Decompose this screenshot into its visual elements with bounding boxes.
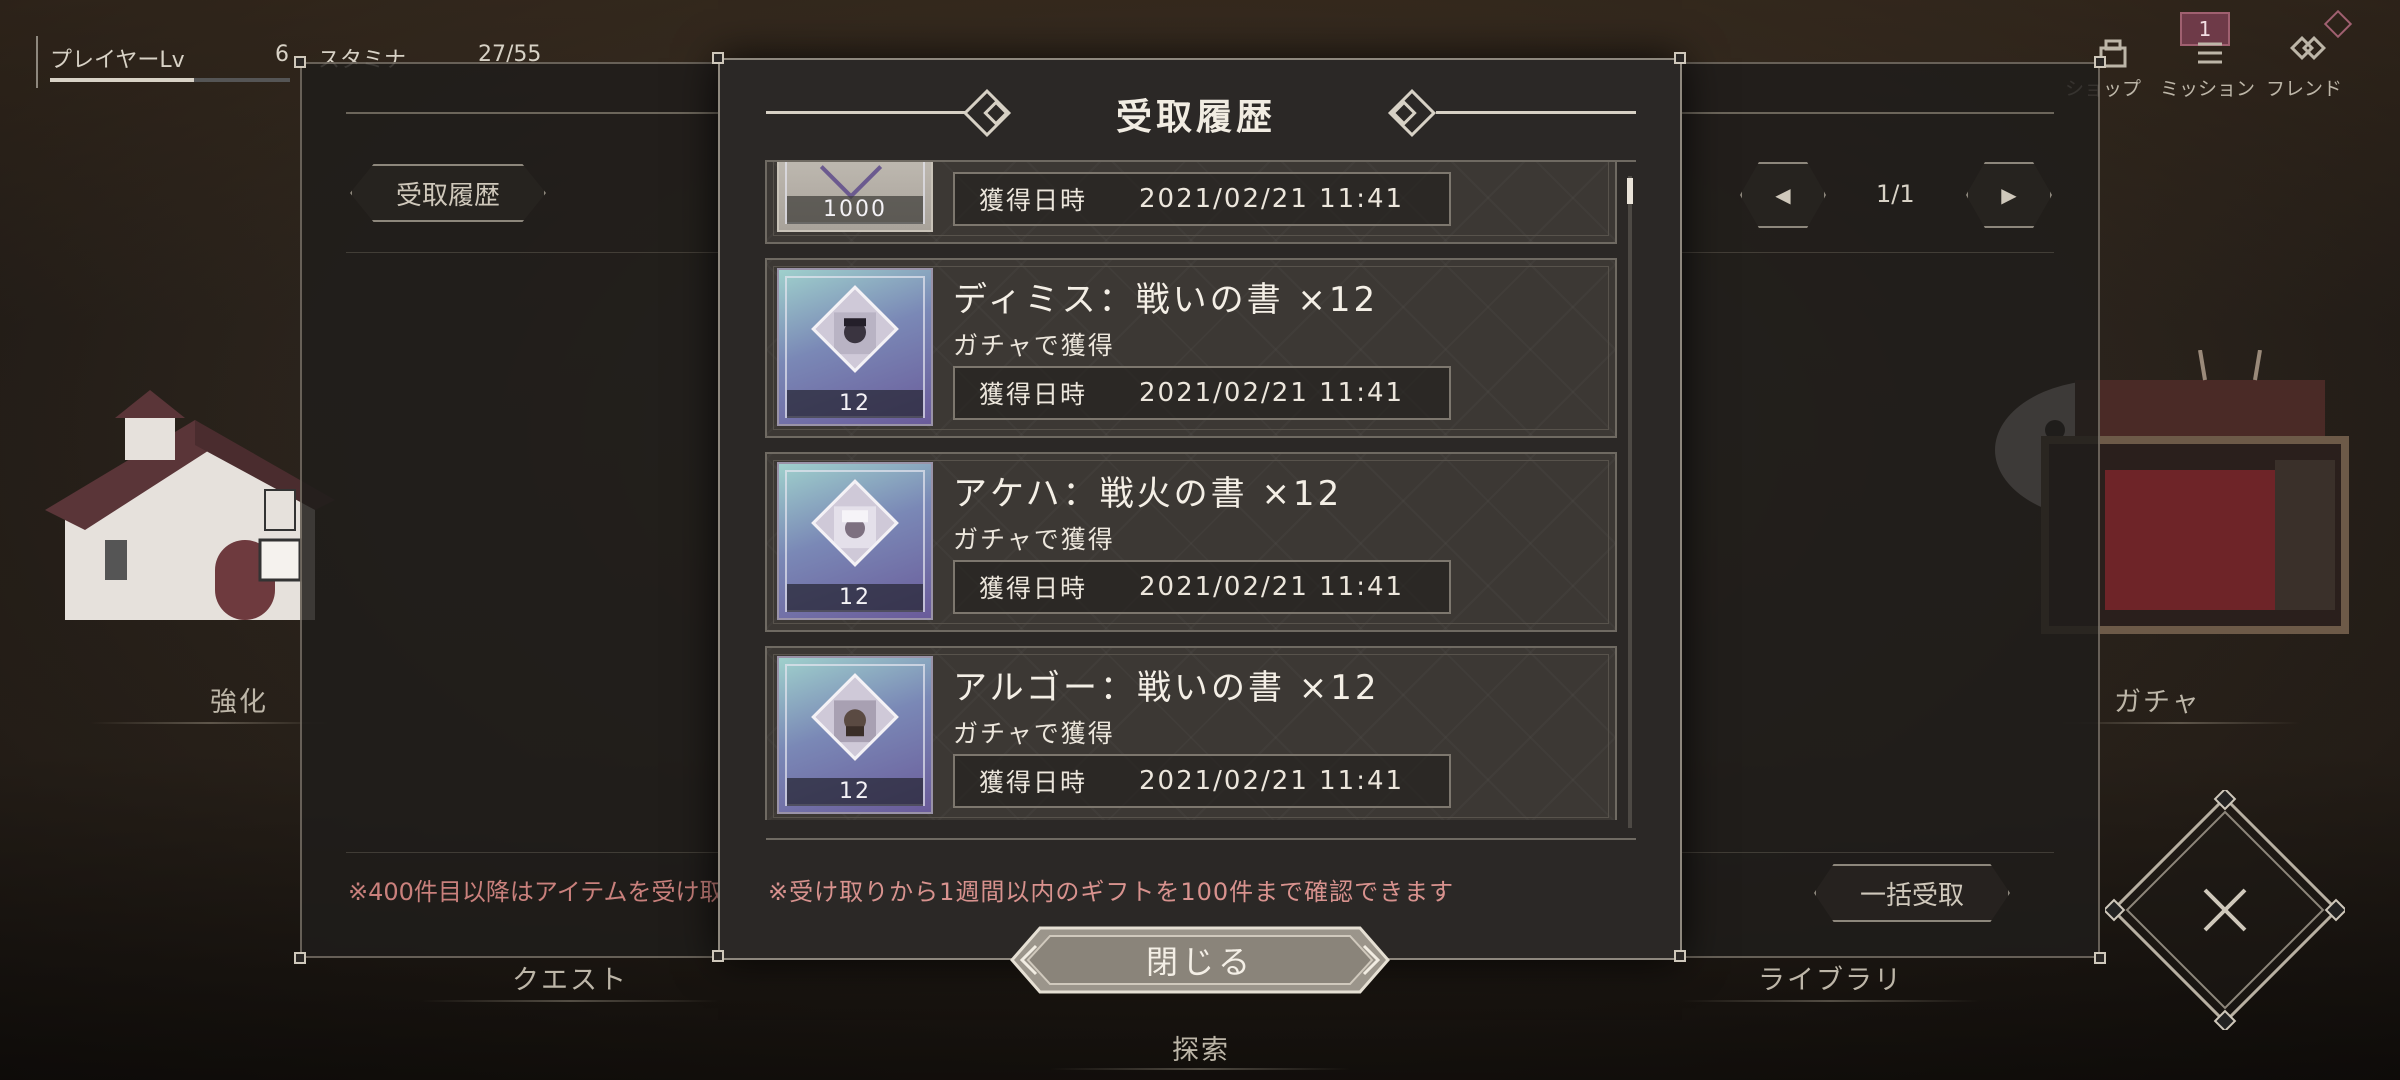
library-label[interactable]: ライブラリ	[1758, 958, 1903, 997]
outer-corner-br	[2094, 952, 2106, 964]
list-top-rule	[766, 160, 1636, 162]
history-button[interactable]: 受取履歴	[350, 164, 546, 222]
modal-corner-tr	[1674, 52, 1686, 64]
character-portrait-icon	[834, 312, 876, 355]
card-quantity: 12	[787, 390, 923, 418]
receive-all-button[interactable]: 一括受取	[1814, 864, 2010, 922]
title-rule-right	[1436, 111, 1636, 114]
close-button[interactable]: 閉じる	[1010, 926, 1390, 994]
list-item: 12 アルゴー：戦いの書 ×12 ガチャで獲得 獲得日時 2021/02/21 …	[765, 646, 1617, 820]
date-box: 獲得日時 2021/02/21 11:41	[953, 366, 1451, 420]
date-box: 獲得日時 2021/02/21 11:41	[953, 754, 1451, 808]
list-item: 1000 獲得日時 2021/02/21 11:41	[765, 160, 1617, 244]
modal-corner-br	[1674, 950, 1686, 962]
outer-corner-bl	[294, 952, 306, 964]
date-label: 獲得日時	[979, 380, 1088, 409]
item-card-book: 12	[777, 268, 933, 426]
title-rule-left	[766, 111, 966, 114]
card-quantity: 1000	[787, 196, 923, 224]
scrollbar-thumb[interactable]	[1627, 178, 1633, 204]
enhance-label-underline	[90, 722, 330, 724]
character-portrait-icon	[834, 506, 876, 549]
modal-corner-tl	[712, 52, 724, 64]
quest-label-underline	[420, 1000, 720, 1002]
gacha-label[interactable]: ガチャ	[2114, 680, 2201, 719]
enhance-label[interactable]: 強化	[210, 680, 268, 719]
list-bottom-rule	[766, 838, 1636, 840]
mission-icon[interactable]	[2195, 38, 2225, 68]
library-label-underline	[1680, 1000, 1980, 1002]
date-value: 2021/02/21 11:41	[1139, 766, 1405, 796]
list-item: 12 アケハ：戦火の書 ×12 ガチャで獲得 獲得日時 2021/02/21 1…	[765, 452, 1617, 632]
enhance-house-building[interactable]	[45, 390, 335, 660]
character-portrait-icon	[834, 700, 876, 743]
history-list[interactable]: 1000 獲得日時 2021/02/21 11:41 12 ディミス：戦いの書 …	[765, 160, 1635, 820]
card-quantity: 12	[787, 584, 923, 612]
scrollbar-track[interactable]	[1628, 176, 1632, 828]
item-card-book: 12	[777, 656, 933, 814]
date-label: 獲得日時	[979, 186, 1088, 215]
card-quantity: 12	[787, 778, 923, 806]
player-level-value: 6	[275, 42, 289, 67]
friend-icon[interactable]	[2290, 36, 2326, 68]
date-value: 2021/02/21 11:41	[1139, 572, 1405, 602]
chevron-right-icon: ▶	[2001, 183, 2017, 207]
list-item: 12 ディミス：戦いの書 ×12 ガチャで獲得 獲得日時 2021/02/21 …	[765, 258, 1617, 438]
modal-footnote: ※受け取りから1週間以内のギフトを100件まで確認できます	[768, 878, 1455, 906]
outer-corner-tr	[2094, 56, 2106, 68]
explore-label-underline	[1050, 1068, 1350, 1070]
item-name: アルゴー：戦いの書 ×12	[953, 668, 1380, 708]
date-box: 獲得日時 2021/02/21 11:41	[953, 172, 1451, 226]
date-value: 2021/02/21 11:41	[1139, 184, 1405, 214]
friend-nav-label[interactable]: フレンド	[2266, 74, 2342, 101]
item-card-book: 12	[777, 462, 933, 620]
hud-divider	[36, 36, 38, 88]
player-level-progress-fill	[50, 78, 194, 82]
chevron-left-icon: ◀	[1775, 183, 1791, 207]
item-source: ガチャで獲得	[953, 331, 1115, 360]
player-level-label: プレイヤーLv	[50, 48, 185, 73]
explore-label[interactable]: 探索	[1172, 1028, 1230, 1067]
date-label: 獲得日時	[979, 574, 1088, 603]
date-label: 獲得日時	[979, 768, 1088, 797]
page-indicator: 1/1	[1876, 180, 1915, 208]
item-name: ディミス：戦いの書 ×12	[953, 280, 1379, 320]
compass-icon[interactable]	[2105, 790, 2345, 1030]
item-source: ガチャで獲得	[953, 525, 1115, 554]
modal-title: 受取履歴	[1116, 97, 1277, 138]
item-name: アケハ：戦火の書 ×12	[953, 474, 1343, 514]
date-box: 獲得日時 2021/02/21 11:41	[953, 560, 1451, 614]
quest-label[interactable]: クエスト	[512, 958, 628, 997]
modal-corner-bl	[712, 950, 724, 962]
outer-corner-tl	[294, 56, 306, 68]
item-source: ガチャで獲得	[953, 719, 1115, 748]
mission-nav-label[interactable]: ミッション	[2160, 74, 2255, 101]
item-card-currency: 1000	[777, 160, 933, 232]
close-button-label: 閉じる	[1145, 943, 1254, 981]
date-value: 2021/02/21 11:41	[1139, 378, 1405, 408]
